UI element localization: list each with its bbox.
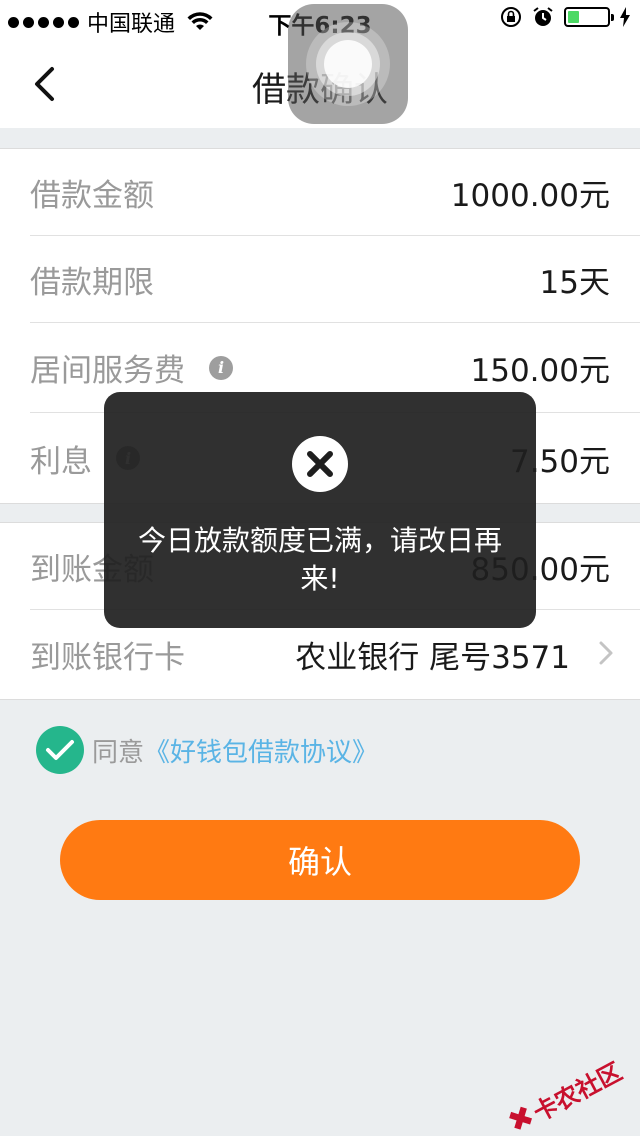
service-fee-label: 居间服务费 bbox=[30, 353, 185, 389]
loan-amount-label: 借款金额 bbox=[30, 177, 154, 214]
loan-term-value: 15天 bbox=[539, 264, 610, 301]
agreement-prefix: 同意 bbox=[92, 737, 145, 768]
chevron-right-icon bbox=[599, 641, 613, 665]
bank-card-label: 到账银行卡 bbox=[30, 640, 185, 676]
service-fee-value: 150.00元 bbox=[470, 353, 610, 389]
close-circle-icon bbox=[292, 436, 348, 492]
agreement-row: 同意 《好钱包借款协议》 bbox=[36, 726, 378, 774]
loan-term-label: 借款期限 bbox=[30, 264, 154, 301]
loan-term-row: 借款期限 15天 bbox=[30, 236, 640, 323]
status-right bbox=[500, 6, 630, 28]
loan-amount-value: 1000.00元 bbox=[450, 177, 610, 214]
toast-message: 今日放款额度已满，请改日再来! bbox=[137, 524, 502, 595]
checkmark-icon bbox=[46, 740, 74, 760]
interest-label: 利息 bbox=[30, 443, 92, 480]
bank-card-value: 农业银行 尾号3571 bbox=[295, 640, 570, 676]
loan-amount-row: 借款金额 1000.00元 bbox=[30, 149, 640, 236]
info-icon[interactable]: i bbox=[209, 355, 233, 380]
watermark-text: 卡农社区 bbox=[528, 1057, 627, 1128]
orientation-lock-icon bbox=[501, 7, 521, 27]
error-toast: 今日放款额度已满，请改日再来! bbox=[104, 392, 536, 628]
agreement-link[interactable]: 《好钱包借款协议》 bbox=[144, 732, 378, 769]
alarm-icon bbox=[533, 7, 553, 26]
watermark-logo: ✖ 卡农社区 bbox=[502, 1052, 627, 1136]
charging-icon bbox=[620, 7, 630, 27]
confirm-button[interactable]: 确认 bbox=[60, 820, 580, 900]
agreement-checkbox[interactable] bbox=[36, 726, 84, 774]
battery-icon bbox=[564, 7, 614, 27]
assistive-touch-button[interactable] bbox=[288, 4, 408, 124]
